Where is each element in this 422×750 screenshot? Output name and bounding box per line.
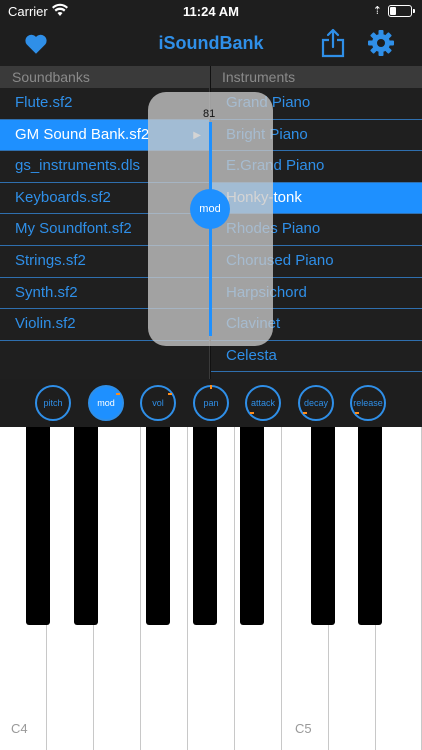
piano-key-e4[interactable] — [94, 427, 141, 750]
slider-thumb[interactable]: mod — [190, 189, 230, 229]
knob-indicator — [250, 412, 254, 414]
decay-knob[interactable]: decay — [298, 385, 334, 421]
knob-indicator — [210, 385, 212, 389]
piano-key-d-sharp-4[interactable] — [74, 427, 98, 625]
charging-icon: ⇡ — [372, 5, 382, 17]
attack-knob-label: attack — [250, 398, 275, 408]
mod-knob-label: mod — [97, 398, 115, 408]
knob-indicator — [116, 393, 120, 395]
knob-indicator — [303, 412, 307, 414]
piano-key-c-sharp-5[interactable] — [311, 427, 335, 625]
gear-icon[interactable] — [367, 29, 395, 57]
knob-indicator — [168, 393, 172, 395]
battery-icon — [388, 5, 415, 17]
instruments-header: Instruments — [211, 66, 422, 88]
soundbanks-header: Soundbanks — [0, 66, 209, 88]
pitch-knob[interactable]: pitch — [35, 385, 71, 421]
pan-knob-label: pan — [203, 398, 219, 408]
release-knob[interactable]: release — [350, 385, 386, 421]
vol-knob[interactable]: vol — [140, 385, 176, 421]
pitch-knob-label: pitch — [43, 398, 63, 408]
vol-knob-label: vol — [152, 398, 164, 408]
release-knob-label: release — [353, 398, 383, 408]
navigation-bar: iSoundBank — [0, 22, 422, 66]
piano-key-d-sharp-5[interactable] — [358, 427, 382, 625]
piano-key-c-sharp-4[interactable] — [26, 427, 50, 625]
slider-value: 81 — [203, 108, 216, 120]
key-label-c4: C4 — [11, 721, 28, 736]
soundbank-item-label: GM Sound Bank.sf2 — [15, 125, 150, 143]
piano-key-d5[interactable] — [376, 427, 422, 750]
piano-keyboard: C4 C5 — [0, 427, 422, 750]
mod-slider-popup: 81 mod — [148, 92, 273, 346]
slider-track[interactable] — [209, 122, 212, 336]
mod-knob[interactable]: mod — [88, 385, 124, 421]
key-label-c5: C5 — [295, 721, 312, 736]
piano-key-f-sharp-4[interactable] — [146, 427, 170, 625]
piano-key-a-sharp-4[interactable] — [240, 427, 264, 625]
knob-indicator — [355, 412, 359, 414]
status-bar: Carrier 11:24 AM ⇡ — [0, 0, 422, 22]
controls-bar: pitch mod vol pan attack decay release — [0, 379, 422, 427]
app-title: iSoundBank — [158, 33, 264, 53]
decay-knob-label: decay — [303, 398, 329, 408]
attack-knob[interactable]: attack — [245, 385, 281, 421]
piano-key-g-sharp-4[interactable] — [193, 427, 217, 625]
share-icon[interactable] — [320, 28, 346, 58]
pan-knob[interactable]: pan — [193, 385, 229, 421]
clock: 11:24 AM — [183, 4, 239, 19]
